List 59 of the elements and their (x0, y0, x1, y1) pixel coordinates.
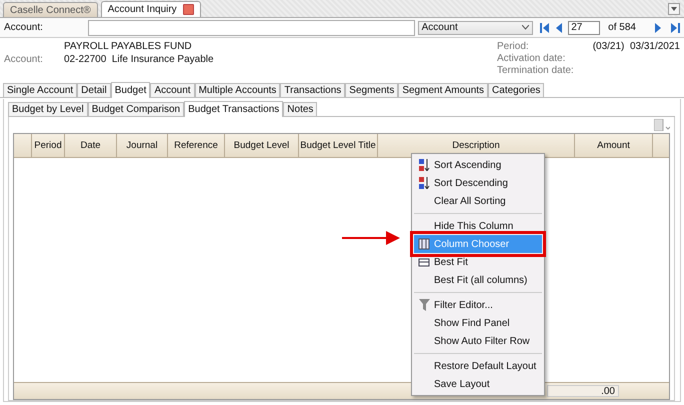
column-header[interactable]: Period (32, 134, 65, 157)
sub-tab[interactable]: Notes (283, 102, 318, 116)
first-record-button[interactable] (540, 22, 550, 32)
menu-item[interactable]: Sort Descending (414, 174, 542, 192)
column-header[interactable]: Budget Level Title (299, 134, 378, 157)
tab[interactable]: Segment Amounts (398, 83, 488, 97)
arrow-icon (342, 231, 400, 245)
sub-tab[interactable]: Budget by Level (8, 102, 88, 116)
activation-date-label: Activation date: (497, 53, 566, 64)
column-header[interactable]: Date (65, 134, 117, 157)
last-record-button[interactable] (671, 22, 680, 32)
tab[interactable]: Segments (345, 83, 398, 97)
document-tab[interactable]: Account Inquiry (100, 1, 201, 17)
columns-icon (418, 238, 430, 250)
next-record-button[interactable] (655, 22, 661, 32)
best-fit-icon (418, 256, 430, 268)
lookup-select[interactable]: Account (418, 20, 534, 34)
tab[interactable]: Single Account (3, 83, 78, 97)
menu-item[interactable]: Restore Default Layout (414, 357, 542, 375)
sub-tab[interactable]: Budget Transactions (184, 101, 284, 117)
menu-item[interactable]: Sort Ascending (414, 156, 542, 174)
menu-item[interactable]: Save Layout (414, 375, 542, 393)
period-label: Period: (497, 41, 530, 52)
menu-item[interactable]: Hide This Column (414, 217, 542, 235)
previous-record-button[interactable] (556, 22, 562, 32)
account-label: Account: (4, 22, 44, 33)
caret-icon (522, 25, 530, 30)
document-tab[interactable]: Caselle Connect® (3, 2, 98, 17)
dropdown-icon[interactable] (668, 3, 680, 15)
column-header[interactable]: Amount (575, 134, 653, 157)
period-value: (03/21) 03/31/2021 (592, 41, 680, 52)
tab[interactable]: Budget (110, 82, 150, 98)
filter-icon (418, 299, 430, 311)
menu-item[interactable]: Best Fit (all columns) (414, 271, 542, 289)
column-header[interactable]: Journal (117, 134, 168, 157)
menu-item[interactable]: Best Fit (414, 253, 542, 271)
menu-item[interactable]: Show Find Panel (414, 314, 542, 332)
account-label: Account: (4, 54, 44, 65)
menu-item[interactable]: Clear All Sorting (414, 192, 542, 210)
tab[interactable]: Multiple Accounts (194, 83, 280, 97)
fund-name: PAYROLL PAYABLES FUND (64, 41, 193, 52)
column-header[interactable]: Budget Level (225, 134, 299, 157)
tab[interactable]: Account (150, 83, 195, 97)
sub-tab[interactable]: Budget Comparison (88, 102, 184, 116)
record-count: of 584 (608, 22, 637, 33)
tab[interactable]: Transactions (280, 83, 346, 97)
column-header[interactable]: Reference (168, 134, 225, 157)
termination-date-label: Termination date: (497, 65, 575, 76)
close-icon[interactable] (182, 4, 194, 15)
record-number-field[interactable]: 27 (568, 20, 600, 34)
sort-icon (418, 159, 430, 171)
account-name: 02-22700 Life Insurance Payable (64, 54, 215, 65)
sort-icon (418, 177, 430, 189)
menu-item[interactable]: Filter Editor... (414, 296, 542, 314)
tab[interactable]: Detail (77, 83, 111, 97)
menu-item[interactable]: Show Auto Filter Row (414, 332, 542, 350)
account-field[interactable] (88, 20, 415, 36)
total-amount: .00 (547, 385, 619, 397)
tab[interactable]: Categories (488, 83, 544, 97)
